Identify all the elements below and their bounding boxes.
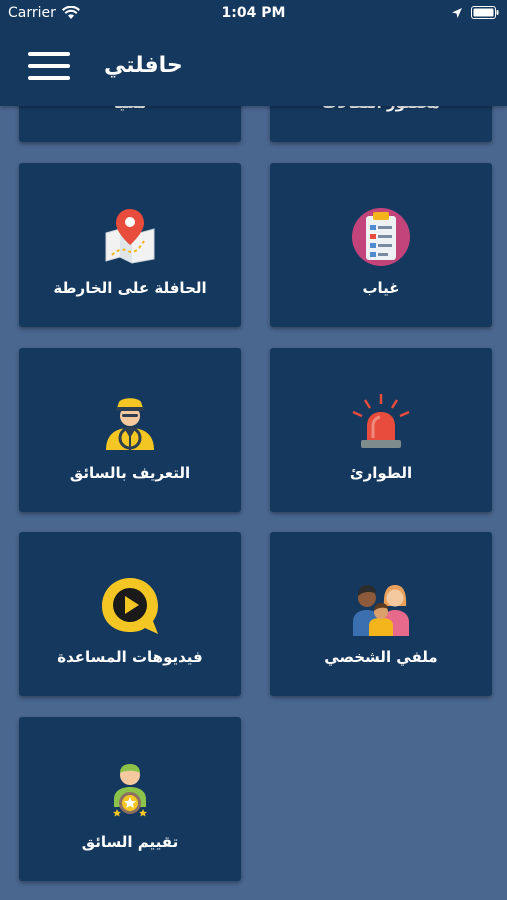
play-video-icon — [102, 578, 158, 634]
status-right — [451, 6, 499, 19]
tile-label: الطوارئ — [349, 464, 413, 482]
hamburger-menu-icon[interactable] — [28, 50, 72, 82]
tile-label: فيديوهات المساعدة — [57, 648, 203, 666]
location-arrow-icon — [452, 7, 462, 18]
tile-driver-rating[interactable]: تقييم السائق — [19, 717, 241, 881]
tile-label: تقييم السائق — [81, 833, 179, 851]
tile-bus-on-map[interactable]: الحافلة على الخارطة — [19, 163, 241, 327]
tile-label: الحافلة على الخارطة — [53, 279, 207, 297]
tile-absence[interactable]: غياب — [270, 163, 492, 327]
siren-icon — [352, 394, 410, 448]
status-time: 1:04 PM — [221, 5, 286, 21]
driver-icon — [106, 398, 154, 450]
navigation-bar: حافلتي — [0, 28, 507, 106]
tile-emergency[interactable]: الطوارئ — [270, 348, 492, 512]
tile-help-videos[interactable]: فيديوهات المساعدة — [19, 532, 241, 696]
tile-driver-info[interactable]: التعريف بالسائق — [19, 348, 241, 512]
family-icon — [353, 585, 409, 636]
status-bar: Carrier 1:04 PM — [0, 0, 507, 28]
map-pin-icon — [105, 209, 155, 264]
driver-rating-icon — [113, 764, 147, 817]
tile-my-profile[interactable]: ملفي الشخصي — [270, 532, 492, 696]
battery-icon — [471, 6, 499, 19]
tile-label: التعريف بالسائق — [69, 464, 191, 482]
tile-label: ملفي الشخصي — [324, 648, 438, 666]
tile-label: غياب — [362, 279, 400, 297]
page-title: حافلتي — [104, 53, 183, 78]
clipboard-checklist-icon — [352, 208, 410, 266]
